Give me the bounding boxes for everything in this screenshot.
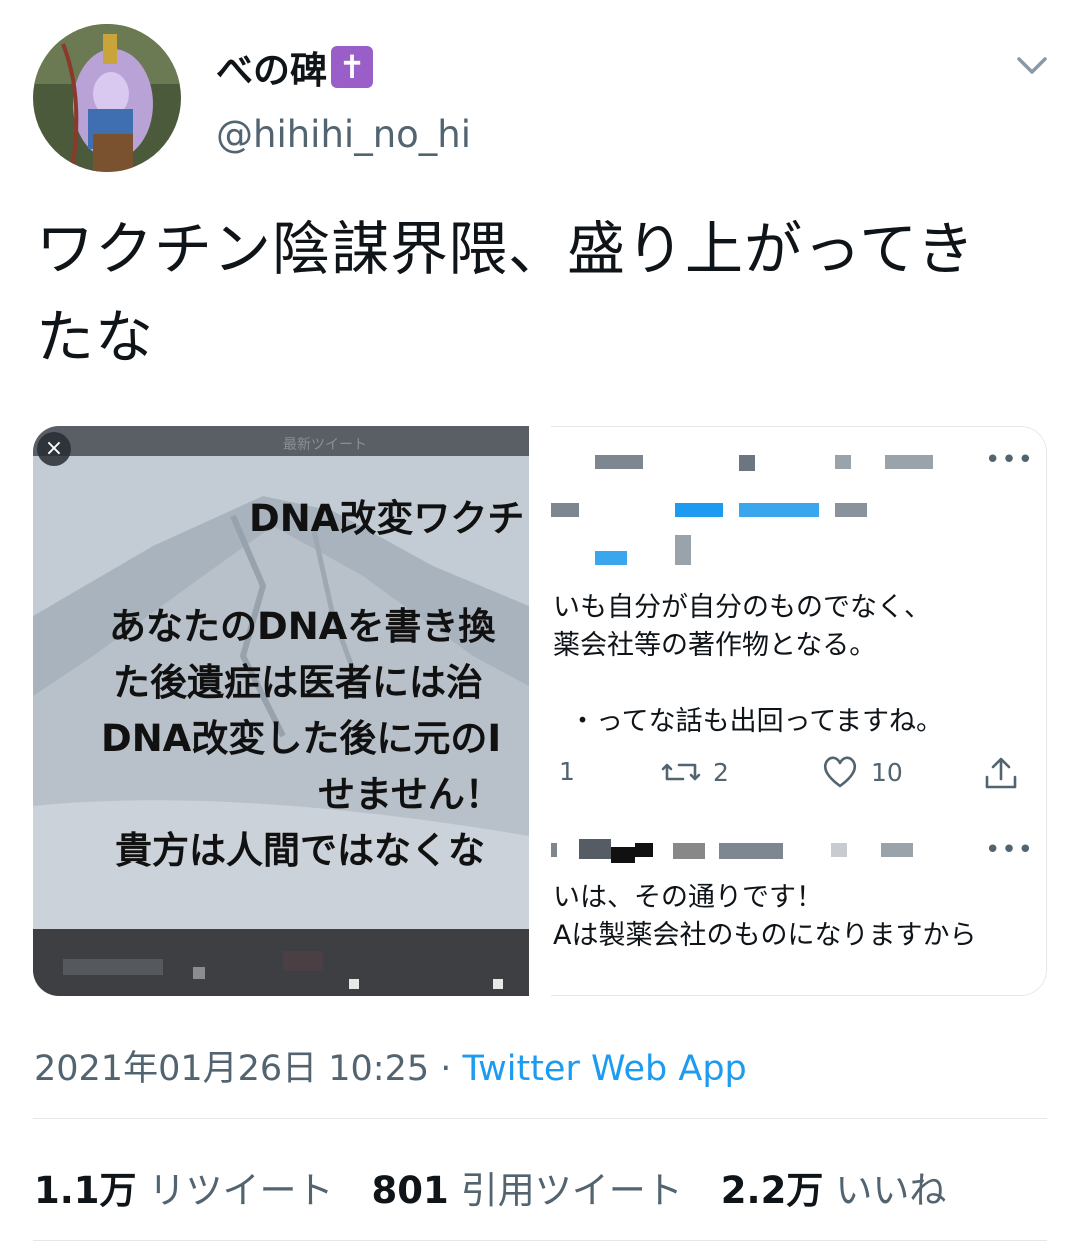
pixelated-text bbox=[835, 455, 851, 469]
likes-stat[interactable]: 2.2万 いいね bbox=[721, 1160, 947, 1214]
screenshot-bottombar bbox=[33, 929, 529, 996]
like-count-value: 10 bbox=[871, 757, 903, 787]
more-options-icon[interactable]: ••• bbox=[985, 835, 1034, 865]
pixelated-text bbox=[551, 503, 579, 517]
quotes-count: 801 bbox=[371, 1169, 449, 1212]
pixelated-text bbox=[283, 951, 323, 971]
tweet-timestamp: 2021年01月26日 10:25 · Twitter Web App bbox=[34, 1040, 747, 1091]
pixelated-text bbox=[881, 843, 913, 857]
share-icon[interactable] bbox=[983, 755, 1019, 791]
media-grid: 最新ツイート × DNA改変ワクチ あなたのDNAを書き換 た後遺症は医者には治… bbox=[33, 426, 1047, 996]
likes-label: いいね bbox=[835, 1169, 947, 1212]
media-image-right[interactable]: ••• いも自分が自分のものでなく、 薬会社等の著作物となる。 ・ってな話も出回… bbox=[551, 426, 1047, 996]
divider bbox=[33, 1118, 1047, 1119]
close-button[interactable]: × bbox=[37, 432, 71, 466]
pixelated-text bbox=[673, 843, 705, 859]
heart-icon bbox=[823, 756, 857, 788]
more-options-icon[interactable]: ••• bbox=[985, 445, 1034, 475]
retweets-stat[interactable]: 1.1万 リツイート bbox=[34, 1160, 334, 1214]
pixelated-text bbox=[349, 979, 359, 989]
reply-text-line: いは、その通りです！ bbox=[553, 882, 823, 913]
pixelated-text bbox=[885, 455, 933, 469]
pixelated-text bbox=[635, 843, 653, 857]
reply-count-value: 1 bbox=[559, 757, 575, 786]
reply-text-line: 薬会社等の著作物となる。 bbox=[553, 630, 877, 661]
reply-text-line: Aは製薬会社のものになりますから bbox=[553, 920, 977, 951]
screenshot-topbar-label: 最新ツイート bbox=[283, 437, 367, 453]
image-text-line: あなたのDNAを書き換 bbox=[109, 605, 496, 648]
latin-cross-icon: ✝ bbox=[331, 46, 373, 88]
reply-text-line: いも自分が自分のものでなく、 bbox=[553, 592, 931, 623]
pixelated-text bbox=[595, 455, 643, 469]
user-handle[interactable]: @hihihi_no_hi bbox=[216, 113, 471, 156]
pixelated-link bbox=[739, 503, 819, 517]
avatar[interactable] bbox=[33, 24, 181, 172]
pixelated-link bbox=[595, 551, 627, 565]
tweet-text-line: たな bbox=[36, 303, 155, 371]
image-title: DNA改変ワクチ bbox=[249, 497, 525, 540]
tweet-text: ワクチン陰謀界隈、盛り上がってき たな bbox=[36, 205, 1036, 381]
pixelated-text bbox=[579, 839, 611, 859]
image-text-line: DNA改変した後に元のI bbox=[101, 717, 502, 760]
likes-count: 2.2万 bbox=[720, 1169, 824, 1212]
image-text-line: 貴方は人間ではなくな bbox=[115, 829, 485, 872]
chevron-down-icon[interactable] bbox=[1014, 50, 1050, 80]
retweets-label: リツイート bbox=[148, 1169, 334, 1212]
pixelated-text bbox=[719, 843, 783, 859]
retweet-action[interactable]: 2 bbox=[661, 757, 729, 787]
reply-text-line: ・ってな話も出回ってますね。 bbox=[569, 706, 943, 737]
pixelated-text bbox=[739, 455, 755, 471]
engagement-stats: 1.1万 リツイート 801 引用ツイート 2.2万 いいね bbox=[34, 1160, 984, 1214]
tweet-date[interactable]: 2021年01月26日 10:25 bbox=[34, 1049, 429, 1089]
pixelated-text bbox=[831, 843, 847, 857]
media-image-left[interactable]: 最新ツイート × DNA改変ワクチ あなたのDNAを書き換 た後遺症は医者には治… bbox=[33, 426, 529, 996]
pixelated-link bbox=[675, 503, 723, 517]
screenshot-topbar: 最新ツイート bbox=[33, 426, 529, 456]
display-name[interactable]: べの碑 ✝ bbox=[216, 40, 373, 94]
tweet-text-line: ワクチン陰謀界隈、盛り上がってき bbox=[36, 215, 976, 283]
pixelated-text bbox=[835, 503, 867, 517]
quotes-stat[interactable]: 801 引用ツイート bbox=[372, 1160, 683, 1214]
meta-separator: · bbox=[429, 1049, 463, 1089]
display-name-text[interactable]: べの碑 bbox=[216, 40, 327, 94]
pixelated-text bbox=[551, 843, 557, 857]
reply-count[interactable]: 1 bbox=[559, 757, 575, 786]
image-text-line: た後遺症は医者には治 bbox=[113, 661, 483, 704]
like-action[interactable]: 10 bbox=[821, 755, 903, 789]
pixelated-text bbox=[611, 847, 635, 863]
source-app-link[interactable]: Twitter Web App bbox=[463, 1049, 747, 1089]
retweet-icon bbox=[661, 763, 701, 781]
divider bbox=[33, 1240, 1047, 1241]
retweet-count-value: 2 bbox=[713, 757, 729, 787]
retweets-count: 1.1万 bbox=[34, 1169, 137, 1212]
pixelated-text bbox=[675, 535, 691, 565]
pixelated-text bbox=[493, 979, 503, 989]
pixelated-text bbox=[193, 967, 205, 979]
quotes-label: 引用ツイート bbox=[460, 1169, 683, 1212]
pixelated-text bbox=[63, 959, 163, 975]
image-text-line: せません！ bbox=[318, 773, 502, 816]
